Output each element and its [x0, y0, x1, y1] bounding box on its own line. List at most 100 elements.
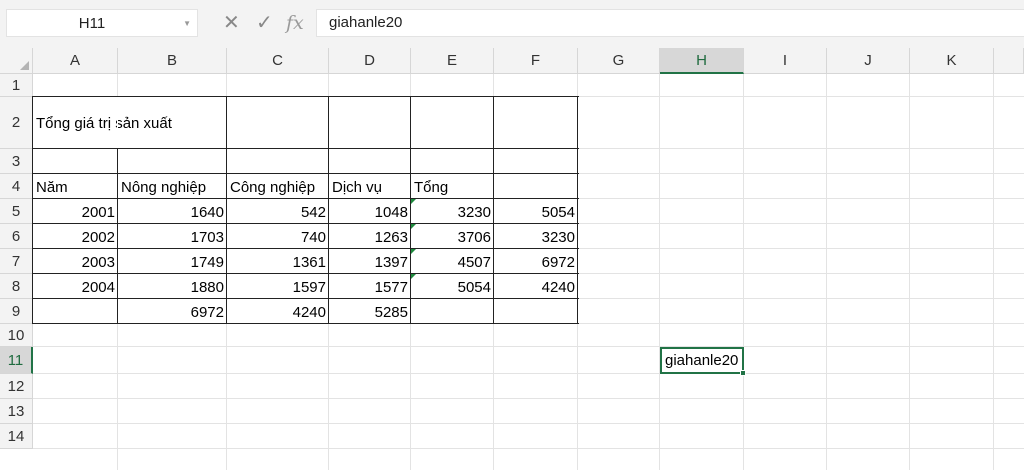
gridline-horizontal [33, 346, 1024, 347]
cell-f5[interactable]: 5054 [494, 199, 578, 224]
cell-e4[interactable]: Tổng [411, 174, 494, 199]
table-border [33, 198, 579, 199]
cell-c9[interactable]: 4240 [227, 299, 329, 324]
column-header-c[interactable]: C [227, 48, 329, 74]
table-border [33, 323, 579, 324]
table-border [493, 96, 494, 324]
cell-a5[interactable]: 2001 [33, 199, 118, 224]
error-indicator-icon [411, 199, 416, 204]
dropdown-caret-icon[interactable]: ▼ [183, 10, 191, 38]
row-header-2[interactable]: 2 [0, 97, 33, 149]
column-header-f[interactable]: F [494, 48, 578, 74]
gridline-vertical [743, 74, 744, 470]
table-border [328, 96, 329, 324]
spreadsheet-grid[interactable]: A B C D E F G H I J K 1 2 3 4 5 6 7 8 9 10 11 12 13 14 Tổng giá t… [0, 48, 1024, 470]
cell-c8[interactable]: 1597 [227, 274, 329, 299]
gridline-vertical [659, 74, 660, 470]
gridline-horizontal [33, 373, 1024, 374]
cell-c5[interactable]: 542 [227, 199, 329, 224]
table-border [32, 96, 33, 324]
cell-a2[interactable]: Tổng giá trị sản xuất [33, 97, 172, 149]
table-border [410, 96, 411, 324]
cell-d4[interactable]: Dịch vụ [329, 174, 411, 199]
cell-a7[interactable]: 2003 [33, 249, 118, 274]
cell-e8[interactable]: 5054 [411, 274, 494, 299]
name-box[interactable]: H11 ▼ [6, 9, 198, 37]
table-border [33, 298, 579, 299]
column-header-j[interactable]: J [827, 48, 910, 74]
cell-c6[interactable]: 740 [227, 224, 329, 249]
cell-e5[interactable]: 3230 [411, 199, 494, 224]
cell-a8[interactable]: 2004 [33, 274, 118, 299]
cell-d9[interactable]: 5285 [329, 299, 411, 324]
cell-d8[interactable]: 1577 [329, 274, 411, 299]
cell-d6[interactable]: 1263 [329, 224, 411, 249]
row-header-8[interactable]: 8 [0, 274, 33, 299]
gridline-horizontal [33, 423, 1024, 424]
table-border [226, 96, 227, 324]
insert-function-icon[interactable]: fx [286, 9, 304, 37]
enter-check-icon[interactable]: ✓ [256, 9, 273, 37]
cancel-icon[interactable]: ✕ [223, 9, 240, 37]
merged-region-mask [117, 97, 118, 148]
column-header-g[interactable]: G [578, 48, 660, 74]
cell-d7[interactable]: 1397 [329, 249, 411, 274]
row-header-14[interactable]: 14 [0, 424, 33, 449]
table-border [33, 248, 579, 249]
gridline-horizontal [33, 398, 1024, 399]
error-indicator-icon [411, 249, 416, 254]
formula-bar: H11 ▼ ✕ ✓ fx giahanle20 [0, 0, 1024, 48]
cell-e6[interactable]: 3706 [411, 224, 494, 249]
table-border [577, 96, 578, 324]
cell-d5[interactable]: 1048 [329, 199, 411, 224]
cell-b4[interactable]: Nông nghiệp [118, 174, 227, 199]
row-header-9[interactable]: 9 [0, 299, 33, 324]
select-all-icon[interactable] [0, 48, 33, 74]
row-header-1[interactable]: 1 [0, 74, 33, 97]
column-header-i[interactable]: I [744, 48, 827, 74]
cell-b7[interactable]: 1749 [118, 249, 227, 274]
row-header-13[interactable]: 13 [0, 399, 33, 424]
column-header-a[interactable]: A [33, 48, 118, 74]
name-box-value: H11 [78, 15, 106, 32]
row-header-4[interactable]: 4 [0, 174, 33, 199]
column-header-h[interactable]: H [660, 48, 744, 74]
row-header-10[interactable]: 10 [0, 324, 33, 347]
formula-input[interactable]: giahanle20 [316, 9, 1024, 37]
column-header-k[interactable]: K [910, 48, 994, 74]
row-header-6[interactable]: 6 [0, 224, 33, 249]
row-header-5[interactable]: 5 [0, 199, 33, 224]
cell-b6[interactable]: 1703 [118, 224, 227, 249]
gridline-horizontal [33, 448, 1024, 449]
cell-c7[interactable]: 1361 [227, 249, 329, 274]
table-border [33, 148, 579, 149]
cell-f7[interactable]: 6972 [494, 249, 578, 274]
table-border [33, 173, 579, 174]
active-cell-h11[interactable]: giahanle20 [660, 347, 744, 374]
cell-e7[interactable]: 4507 [411, 249, 494, 274]
gridline-vertical [909, 74, 910, 470]
cell-a6[interactable]: 2002 [33, 224, 118, 249]
row-header-3[interactable]: 3 [0, 149, 33, 174]
error-indicator-icon [411, 224, 416, 229]
row-header-11[interactable]: 11 [0, 347, 33, 374]
cell-b5[interactable]: 1640 [118, 199, 227, 224]
table-border [33, 96, 579, 97]
gridline-vertical [826, 74, 827, 470]
cell-f8[interactable]: 4240 [494, 274, 578, 299]
cell-b9[interactable]: 6972 [118, 299, 227, 324]
column-header-e[interactable]: E [411, 48, 494, 74]
column-header-b[interactable]: B [118, 48, 227, 74]
gridline-vertical [993, 74, 994, 470]
table-border [33, 223, 579, 224]
column-header-l[interactable] [994, 48, 1024, 74]
fill-handle[interactable] [740, 370, 746, 376]
row-header-12[interactable]: 12 [0, 374, 33, 399]
cell-c4[interactable]: Công nghiệp [227, 174, 329, 199]
row-header-7[interactable]: 7 [0, 249, 33, 274]
error-indicator-icon [411, 274, 416, 279]
cell-b8[interactable]: 1880 [118, 274, 227, 299]
cell-f6[interactable]: 3230 [494, 224, 578, 249]
cell-a4[interactable]: Năm [33, 174, 118, 199]
column-header-d[interactable]: D [329, 48, 411, 74]
